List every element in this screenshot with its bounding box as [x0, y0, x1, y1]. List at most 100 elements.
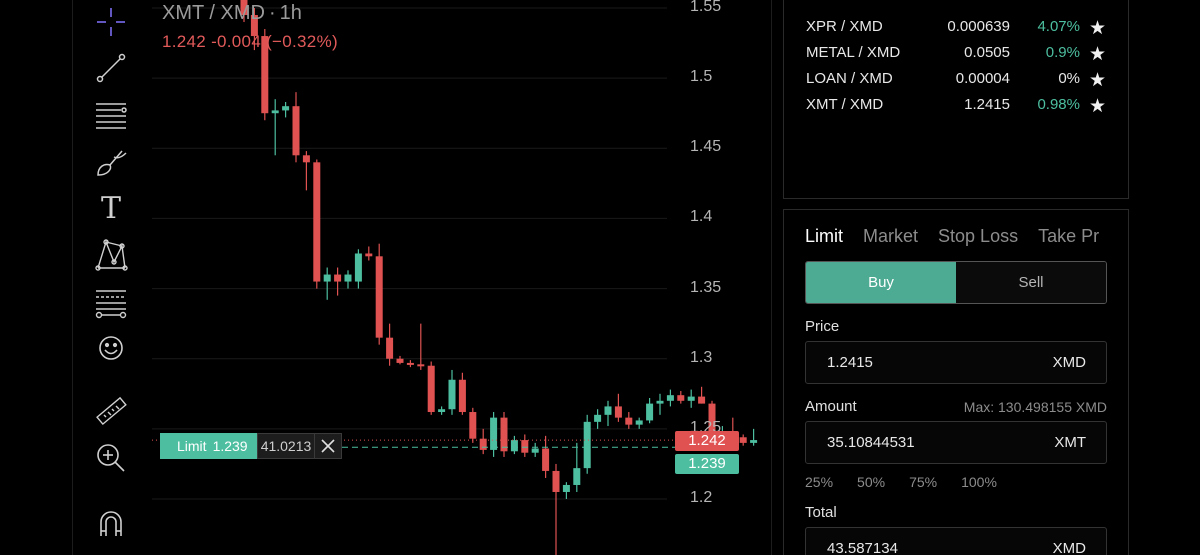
candle — [677, 390, 685, 404]
candle — [469, 407, 477, 443]
candle — [396, 355, 404, 365]
candle — [375, 243, 383, 345]
tab-limit[interactable]: Limit — [805, 226, 843, 250]
market-row[interactable]: LOAN / XMD 0.00004 0% ★ — [806, 69, 1106, 92]
order-form: Limit Market Stop Loss Take Pr Buy Sell … — [783, 209, 1129, 555]
price-label: Price — [805, 318, 840, 335]
y-tick-label: 1.3 — [690, 348, 713, 366]
candle — [510, 435, 518, 455]
percent-100-button[interactable]: 100% — [961, 474, 997, 490]
candle — [500, 412, 508, 457]
candle — [302, 151, 310, 191]
candle — [573, 442, 581, 492]
candle — [354, 249, 362, 289]
candle — [594, 409, 602, 429]
candle — [323, 267, 331, 300]
order-line-label[interactable]: Limit 1.239 — [160, 433, 257, 459]
title-separator: · — [268, 2, 276, 24]
zoom-in-icon[interactable] — [91, 440, 131, 476]
market-price: 0.00004 — [955, 70, 1010, 87]
close-icon[interactable] — [315, 433, 342, 459]
y-tick-label: 1.2 — [690, 489, 713, 506]
candle — [292, 92, 300, 163]
amount-input[interactable] — [806, 422, 1026, 463]
market-pair: XMT / XMD — [806, 96, 884, 113]
candle — [614, 393, 622, 422]
y-tick-label: 1.4 — [690, 208, 713, 226]
text-tool-icon[interactable]: T — [91, 190, 131, 226]
amount-field[interactable]: XMT — [805, 421, 1107, 464]
candle — [406, 360, 414, 368]
percent-75-button[interactable]: 75% — [909, 474, 937, 490]
crosshair-icon[interactable] — [91, 4, 131, 40]
price-chart[interactable]: XMT / XMD · 1h 1.242 -0.004 (−0.32%) 1.55 1… — [152, 0, 772, 555]
candle — [458, 372, 466, 415]
market-change: 0% — [1058, 70, 1080, 87]
total-input[interactable] — [806, 528, 1026, 555]
order-price: 1.239 — [212, 438, 248, 454]
last-price-change: 1.242 -0.004 (−0.32%) — [162, 32, 338, 51]
candle — [666, 389, 674, 407]
candle — [698, 386, 706, 404]
y-tick-label: 1.45 — [690, 138, 722, 156]
total-unit: XMD — [1052, 540, 1086, 555]
favorite-star-icon[interactable]: ★ — [1089, 95, 1106, 118]
buy-button[interactable]: Buy — [806, 262, 956, 303]
candle — [344, 270, 352, 289]
market-change: 0.9% — [1045, 44, 1080, 61]
ruler-icon[interactable] — [91, 394, 131, 430]
market-row[interactable]: METAL / XMD 0.0505 0.9% ★ — [806, 43, 1106, 66]
percent-50-button[interactable]: 50% — [857, 474, 885, 490]
order-amount: 41.0213 — [257, 433, 315, 459]
candle — [687, 389, 695, 408]
favorite-star-icon[interactable]: ★ — [1089, 17, 1106, 40]
interval-label[interactable]: 1h — [280, 2, 302, 24]
candle — [635, 417, 643, 429]
price-field[interactable]: XMD — [805, 341, 1107, 384]
favorite-star-icon[interactable]: ★ — [1089, 43, 1106, 66]
candle — [479, 428, 487, 455]
candle — [542, 435, 550, 478]
market-pair: LOAN / XMD — [806, 70, 893, 87]
drawing-toolbar: T — [72, 0, 152, 555]
horizontal-lines-icon[interactable] — [91, 97, 131, 133]
candle — [438, 406, 446, 415]
magnet-icon[interactable] — [91, 505, 131, 541]
order-type: Limit — [177, 438, 207, 454]
market-row[interactable]: XPR / XMD 0.000639 4.07% ★ — [806, 17, 1106, 40]
candle — [427, 361, 435, 415]
pattern-icon[interactable] — [91, 237, 131, 273]
candle — [656, 393, 664, 415]
market-change: 0.98% — [1037, 96, 1080, 113]
candle — [739, 434, 747, 446]
symbol-label: XMT / XMD — [162, 2, 265, 24]
favorite-star-icon[interactable]: ★ — [1089, 69, 1106, 92]
trend-line-icon[interactable] — [91, 50, 131, 86]
max-amount[interactable]: Max: 130.498155 XMD — [964, 399, 1107, 415]
limit-price-tag: 1.239 — [675, 454, 739, 474]
brush-icon[interactable] — [91, 144, 131, 180]
tab-market[interactable]: Market — [863, 226, 918, 250]
y-tick-label: 1.35 — [690, 278, 722, 296]
total-field[interactable]: XMD — [805, 527, 1107, 555]
percent-25-button[interactable]: 25% — [805, 474, 833, 490]
amount-label: Amount — [805, 398, 857, 415]
market-pair: METAL / XMD — [806, 44, 901, 61]
candle — [625, 412, 633, 429]
candle — [271, 99, 279, 156]
candle — [386, 323, 394, 366]
candle — [365, 246, 373, 261]
y-tick-label: 1.5 — [690, 68, 713, 86]
candle — [334, 267, 342, 296]
tab-take-profit[interactable]: Take Pr — [1038, 226, 1099, 250]
candle — [417, 323, 425, 370]
sell-button[interactable]: Sell — [956, 262, 1106, 303]
market-row[interactable]: XMT / XMD 1.2415 0.98% ★ — [806, 95, 1106, 118]
fib-levels-icon[interactable] — [91, 284, 131, 320]
tab-stop-loss[interactable]: Stop Loss — [938, 226, 1018, 250]
emoji-icon[interactable] — [91, 330, 131, 366]
candle — [646, 397, 654, 424]
price-input[interactable] — [806, 342, 1026, 383]
market-price: 0.0505 — [964, 44, 1010, 61]
limit-order-line[interactable]: Limit 1.239 41.0213 — [160, 433, 342, 459]
